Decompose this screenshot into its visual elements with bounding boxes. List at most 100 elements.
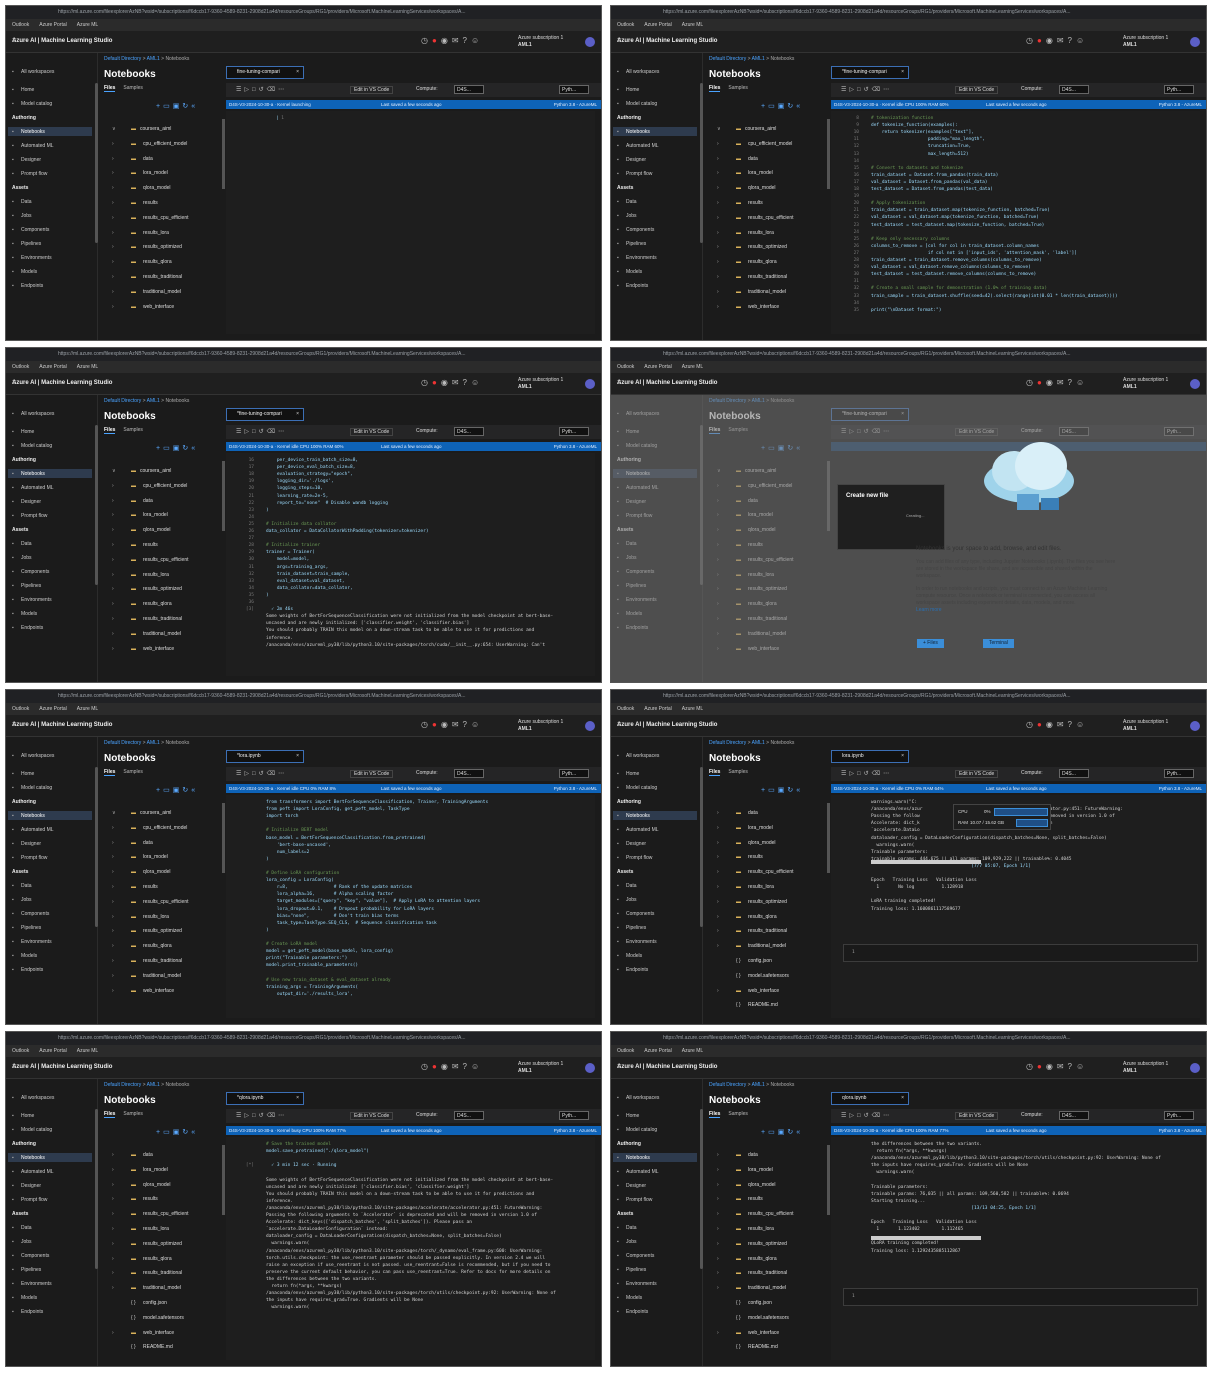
nav-item[interactable]: ▪ Environments [12,1281,52,1287]
nav-item[interactable]: ▪ Prompt flow [12,1197,47,1203]
code-cell[interactable]: 1 | [226,111,595,334]
nav-item[interactable]: ▪ Designer [12,157,41,163]
nav-item[interactable]: ▪ Designer [12,1183,41,1189]
bookmark-link[interactable]: Azure Portal [644,364,672,370]
nav-item[interactable]: ▪ Models [12,1295,37,1301]
bookmark-link[interactable]: Azure Portal [39,364,67,370]
chevron-right-icon[interactable]: ∨ [112,126,116,132]
notebook-tab[interactable]: lora.ipynb × [831,750,909,763]
notebook-tab[interactable]: *qlora.ipynb × [226,1092,304,1105]
nav-item[interactable]: ▪ Prompt flow [12,171,47,177]
record-icon[interactable]: ◉ [1046,378,1057,387]
hamburger-icon[interactable]: ☰ [617,380,621,386]
chevron-right-icon[interactable]: › [112,274,114,280]
compute-select[interactable]: D4S... [454,427,484,436]
clear-icon[interactable]: ⌫ [872,771,883,777]
app-brand[interactable]: Azure AI | Machine Learning Studio [617,722,717,728]
collapse-icon[interactable]: « [191,103,198,110]
chevron-right-icon[interactable]: › [112,230,114,236]
bookmark-link[interactable]: Azure ML [77,1048,98,1054]
breadcrumb-workspace[interactable]: AML1 [752,1082,765,1088]
nav-item[interactable]: ▪ Jobs [12,213,32,219]
close-icon[interactable]: × [296,67,299,78]
chevron-right-icon[interactable]: › [717,200,719,206]
edit-in-vscode-button[interactable]: Edit in VS Code [350,86,394,94]
run-controls[interactable]: ☰▷□↺⌫⋯ [236,86,287,93]
app-brand[interactable]: Azure AI | Machine Learning Studio [617,1064,717,1070]
run-all-icon[interactable]: ▷ [849,87,857,93]
clock-icon[interactable]: ◷ [1026,720,1037,729]
nav-item[interactable]: ▪ Models [617,953,642,959]
nav-item[interactable]: ▪ Home [617,771,639,777]
nav-item[interactable]: ▪ Home [617,87,639,93]
address-bar[interactable]: https://ml.azure.com/fileexplorerAzNB?ws… [611,1032,1206,1045]
nav-item[interactable]: ▪ Notebooks [12,471,45,477]
chevron-right-icon[interactable]: › [717,988,719,994]
upload-icon[interactable]: ▭ [768,1129,778,1136]
chevron-right-icon[interactable]: › [112,141,114,147]
notebook-tab[interactable]: qlora.ipynb × [831,1092,909,1105]
clear-icon[interactable]: ⌫ [267,87,278,93]
chevron-right-icon[interactable]: › [717,810,719,816]
chevron-right-icon[interactable]: › [112,854,114,860]
bookmark-link[interactable]: Azure Portal [644,22,672,28]
record-icon[interactable]: ◉ [1046,720,1057,729]
chevron-right-icon[interactable]: › [717,899,719,905]
refresh-icon[interactable]: ↻ [787,787,796,794]
stop-icon[interactable]: □ [252,429,259,435]
chevron-right-icon[interactable]: › [112,943,114,949]
nav-all-workspaces[interactable]: ▪ All workspaces [12,411,54,417]
chevron-right-icon[interactable]: › [717,244,719,250]
nav-item[interactable]: ▪ Components [12,911,49,917]
chevron-right-icon[interactable]: › [112,557,114,563]
breadcrumb-directory[interactable]: Default Directory [104,740,141,746]
chevron-right-icon[interactable]: › [112,215,114,221]
chevron-right-icon[interactable]: › [112,988,114,994]
chevron-right-icon[interactable]: › [717,884,719,890]
chevron-right-icon[interactable]: › [112,512,114,518]
chevron-right-icon[interactable]: › [112,259,114,265]
chevron-right-icon[interactable]: › [112,616,114,622]
nav-scrollbar[interactable] [95,83,98,243]
tree-scrollbar[interactable] [827,1145,830,1215]
terminal-icon[interactable]: ▣ [173,103,183,110]
nav-item[interactable]: ▪ Notebooks [12,813,45,819]
subscription-picker[interactable]: Azure subscription 1 AML1 [1123,1061,1168,1075]
bookmark-link[interactable]: Azure ML [77,22,98,28]
notification-icon[interactable]: ● [1037,378,1046,387]
bookmark-link[interactable]: Azure ML [682,22,703,28]
run-controls[interactable]: ☰▷□↺⌫⋯ [236,428,287,435]
smile-icon[interactable]: ☺ [1076,378,1088,387]
nav-item[interactable]: ▪ Home [12,429,34,435]
app-brand[interactable]: Azure AI | Machine Learning Studio [617,380,717,386]
nav-item[interactable]: ▪ Data [617,199,637,205]
code-cell[interactable]: from transformers import BertForSequence… [226,795,595,1018]
clear-icon[interactable]: ⌫ [267,429,278,435]
terminal-icon[interactable]: ▣ [173,445,183,452]
kernel-select[interactable]: Pyth... [1164,769,1194,778]
tab-samples[interactable]: Samples [123,1111,142,1117]
nav-item[interactable]: ▪ Prompt flow [12,855,47,861]
tab-files[interactable]: Files [104,769,116,776]
app-brand[interactable]: Azure AI | Machine Learning Studio [12,38,112,44]
notification-icon[interactable]: ● [432,1062,441,1071]
chevron-right-icon[interactable]: › [112,899,114,905]
chevron-right-icon[interactable]: › [717,289,719,295]
breadcrumb-directory[interactable]: Default Directory [709,740,746,746]
chevron-right-icon[interactable]: › [717,1285,719,1291]
nav-item[interactable]: ▪ Automated ML [617,1169,659,1175]
nav-item[interactable]: ▪ Prompt flow [12,513,47,519]
upload-icon[interactable]: ▭ [163,445,173,452]
nav-all-workspaces[interactable]: ▪ All workspaces [12,1095,54,1101]
breadcrumb-workspace[interactable]: AML1 [752,740,765,746]
compute-select[interactable]: D4S... [1059,769,1089,778]
close-icon[interactable]: × [296,409,299,420]
smile-icon[interactable]: ☺ [471,720,483,729]
nav-item[interactable]: ▪ Endpoints [617,967,648,973]
nav-item[interactable]: ▪ Data [617,883,637,889]
bookmark-link[interactable]: Outlook [12,22,29,28]
nav-scrollbar[interactable] [700,1109,703,1269]
nav-item[interactable]: ▪ Designer [617,841,646,847]
nav-item[interactable]: ▪ Model catalog [617,1127,657,1133]
edit-in-vscode-button[interactable]: Edit in VS Code [955,1112,999,1120]
